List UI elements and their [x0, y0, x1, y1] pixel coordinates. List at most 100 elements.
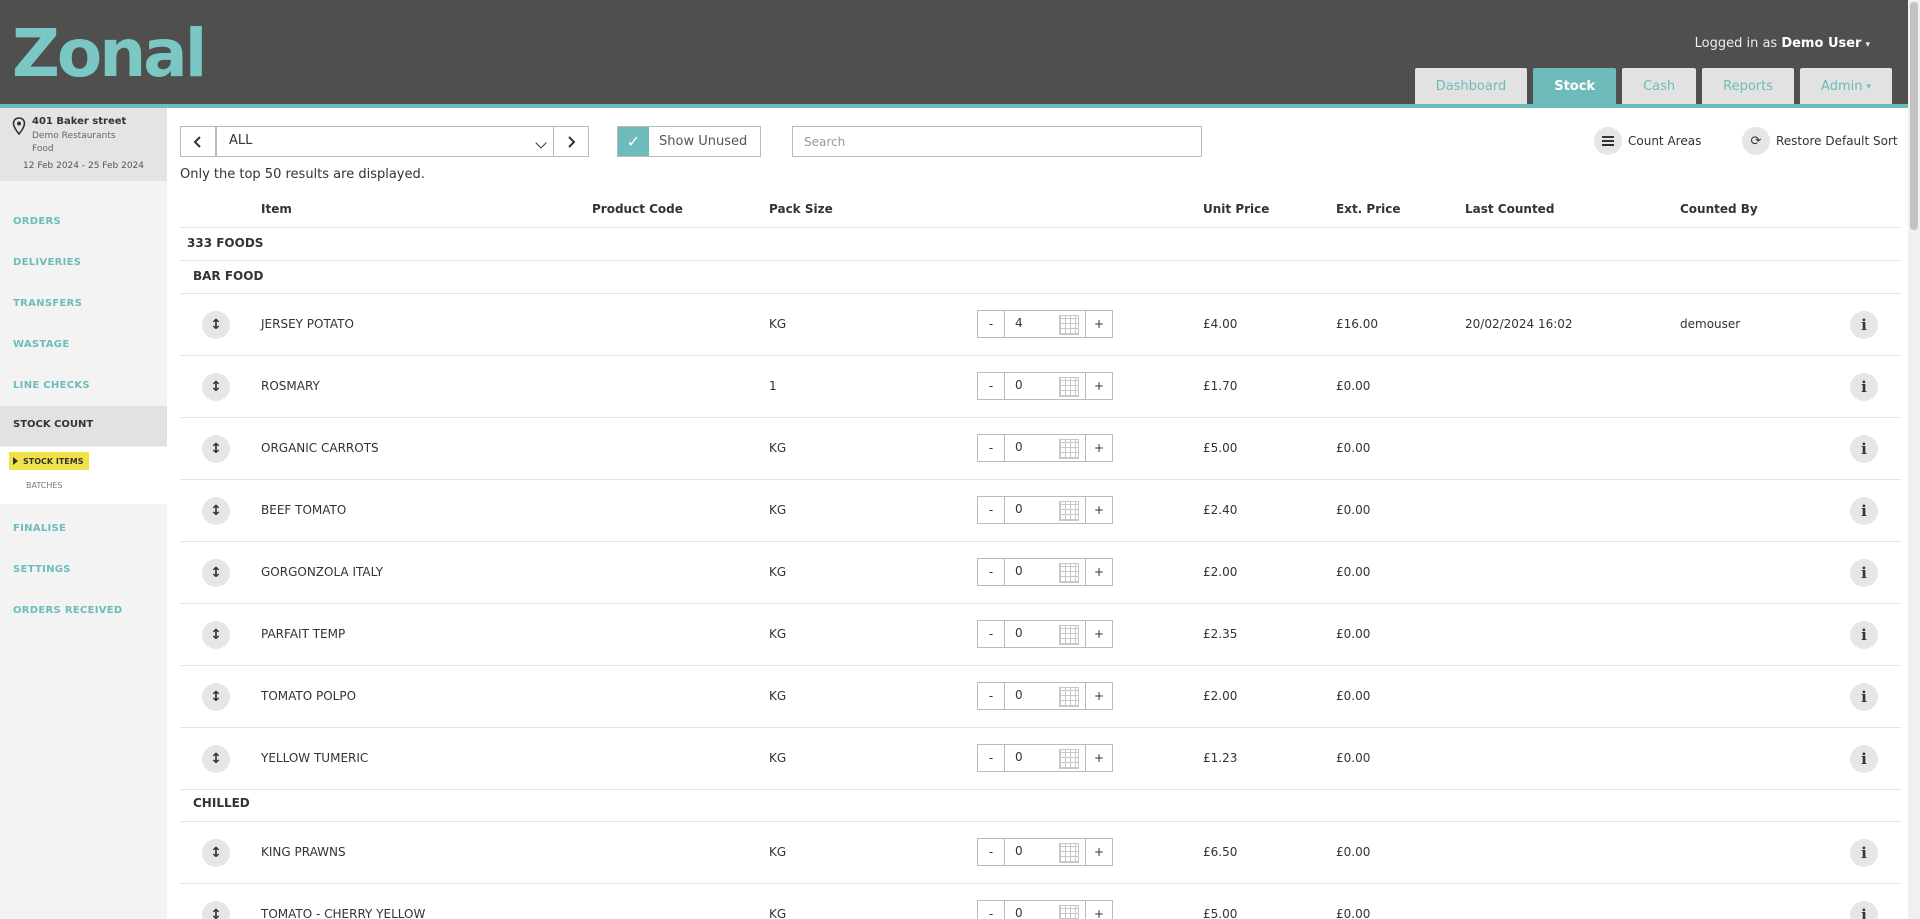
calculator-icon[interactable]	[1059, 439, 1079, 459]
column-header-unit-price[interactable]: Unit Price	[1203, 202, 1269, 216]
sidebar-item-orders[interactable]: ORDERS	[13, 216, 61, 227]
info-icon[interactable]: i	[1850, 435, 1878, 463]
increment-button[interactable]: +	[1085, 496, 1113, 524]
column-header-pack-size[interactable]: Pack Size	[769, 202, 833, 216]
tab-dashboard[interactable]: Dashboard	[1414, 68, 1528, 105]
scrollbar-thumb[interactable]	[1910, 2, 1918, 230]
tab-stock[interactable]: Stock	[1533, 68, 1617, 105]
search-input[interactable]	[792, 126, 1202, 157]
calculator-icon[interactable]	[1059, 377, 1079, 397]
drag-handle-icon[interactable]: ↕	[202, 559, 230, 587]
calculator-icon[interactable]	[1059, 687, 1079, 707]
login-user: Demo User	[1781, 36, 1862, 51]
info-icon[interactable]: i	[1850, 901, 1878, 919]
info-icon[interactable]: i	[1850, 311, 1878, 339]
increment-button[interactable]: +	[1085, 372, 1113, 400]
calculator-icon[interactable]	[1059, 563, 1079, 583]
quantity-input[interactable]: 0	[1005, 744, 1085, 772]
calculator-icon[interactable]	[1059, 501, 1079, 521]
login-status[interactable]: Logged in as Demo User ▾	[1695, 36, 1870, 51]
increment-button[interactable]: +	[1085, 620, 1113, 648]
show-unused-toggle[interactable]: ✓ Show Unused	[617, 126, 761, 157]
quantity-input[interactable]: 4	[1005, 310, 1085, 338]
info-icon[interactable]: i	[1850, 497, 1878, 525]
restore-default-sort-button[interactable]: ⟳ Restore Default Sort	[1742, 127, 1898, 155]
info-icon[interactable]: i	[1850, 683, 1878, 711]
quantity-input[interactable]: 0	[1005, 900, 1085, 919]
calculator-icon[interactable]	[1059, 905, 1079, 919]
decrement-button[interactable]: -	[977, 496, 1005, 524]
increment-button[interactable]: +	[1085, 310, 1113, 338]
zonal-logo[interactable]: Zonal	[12, 18, 218, 84]
decrement-button[interactable]: -	[977, 558, 1005, 586]
quantity-stepper: - 0 +	[977, 496, 1113, 524]
column-header-last-counted[interactable]: Last Counted	[1465, 202, 1554, 216]
decrement-button[interactable]: -	[977, 744, 1005, 772]
quantity-input[interactable]: 0	[1005, 434, 1085, 462]
drag-handle-icon[interactable]: ↕	[202, 683, 230, 711]
item-name: ORGANIC CARROTS	[261, 441, 379, 455]
page-scrollbar[interactable]	[1908, 0, 1920, 919]
sidebar-item-settings[interactable]: SETTINGS	[13, 564, 71, 575]
quantity-input[interactable]: 0	[1005, 682, 1085, 710]
increment-button[interactable]: +	[1085, 434, 1113, 462]
column-header-product-code[interactable]: Product Code	[592, 202, 683, 216]
drag-handle-icon[interactable]: ↕	[202, 311, 230, 339]
drag-handle-icon[interactable]: ↕	[202, 745, 230, 773]
drag-handle-icon[interactable]: ↕	[202, 373, 230, 401]
calculator-icon[interactable]	[1059, 315, 1079, 335]
increment-button[interactable]: +	[1085, 744, 1113, 772]
info-icon[interactable]: i	[1850, 621, 1878, 649]
drag-handle-icon[interactable]: ↕	[202, 839, 230, 867]
tab-admin[interactable]: Admin ▾	[1800, 68, 1892, 105]
drag-handle-icon[interactable]: ↕	[202, 901, 230, 919]
calculator-icon[interactable]	[1059, 843, 1079, 863]
increment-button[interactable]: +	[1085, 682, 1113, 710]
location-panel[interactable]: 401 Baker street Demo Restaurants Food 1…	[0, 108, 167, 181]
area-filter-select[interactable]: ALL	[216, 126, 554, 157]
column-header-counted-by[interactable]: Counted By	[1680, 202, 1758, 216]
decrement-button[interactable]: -	[977, 434, 1005, 462]
decrement-button[interactable]: -	[977, 838, 1005, 866]
decrement-button[interactable]: -	[977, 372, 1005, 400]
tab-cash[interactable]: Cash	[1622, 68, 1697, 105]
count-areas-button[interactable]: Count Areas	[1594, 127, 1701, 155]
sidebar-item-deliveries[interactable]: DELIVERIES	[13, 257, 81, 268]
drag-handle-icon[interactable]: ↕	[202, 497, 230, 525]
sidebar-subitem-batches[interactable]: BATCHES	[26, 481, 63, 490]
quantity-input[interactable]: 0	[1005, 838, 1085, 866]
drag-handle-icon[interactable]: ↕	[202, 621, 230, 649]
info-icon[interactable]: i	[1850, 745, 1878, 773]
sidebar-item-finalise[interactable]: FINALISE	[13, 523, 66, 534]
increment-button[interactable]: +	[1085, 838, 1113, 866]
quantity-input[interactable]: 0	[1005, 558, 1085, 586]
column-header-item[interactable]: Item	[261, 202, 292, 216]
sidebar-item-orders-received[interactable]: ORDERS RECEIVED	[13, 605, 123, 616]
increment-button[interactable]: +	[1085, 900, 1113, 919]
decrement-button[interactable]: -	[977, 682, 1005, 710]
sidebar-item-stock-count[interactable]: STOCK COUNT	[0, 406, 167, 446]
tab-reports[interactable]: Reports	[1702, 68, 1795, 105]
info-icon[interactable]: i	[1850, 839, 1878, 867]
calculator-icon[interactable]	[1059, 625, 1079, 645]
next-filter-button[interactable]	[553, 126, 589, 157]
info-icon[interactable]: i	[1850, 373, 1878, 401]
checkmark-icon: ✓	[618, 127, 649, 156]
sidebar-item-line-checks[interactable]: LINE CHECKS	[13, 380, 90, 391]
sidebar-subitem-stock-items[interactable]: STOCK ITEMS	[9, 452, 89, 470]
calculator-icon[interactable]	[1059, 749, 1079, 769]
quantity-input[interactable]: 0	[1005, 620, 1085, 648]
sidebar-item-transfers[interactable]: TRANSFERS	[13, 298, 82, 309]
decrement-button[interactable]: -	[977, 620, 1005, 648]
column-header-ext-price[interactable]: Ext. Price	[1336, 202, 1401, 216]
decrement-button[interactable]: -	[977, 900, 1005, 919]
quantity-input[interactable]: 0	[1005, 496, 1085, 524]
info-icon[interactable]: i	[1850, 559, 1878, 587]
drag-handle-icon[interactable]: ↕	[202, 435, 230, 463]
prev-filter-button[interactable]	[180, 126, 216, 157]
decrement-button[interactable]: -	[977, 310, 1005, 338]
sidebar-item-wastage[interactable]: WASTAGE	[13, 339, 69, 350]
pack-size: KG	[769, 907, 787, 919]
quantity-input[interactable]: 0	[1005, 372, 1085, 400]
increment-button[interactable]: +	[1085, 558, 1113, 586]
